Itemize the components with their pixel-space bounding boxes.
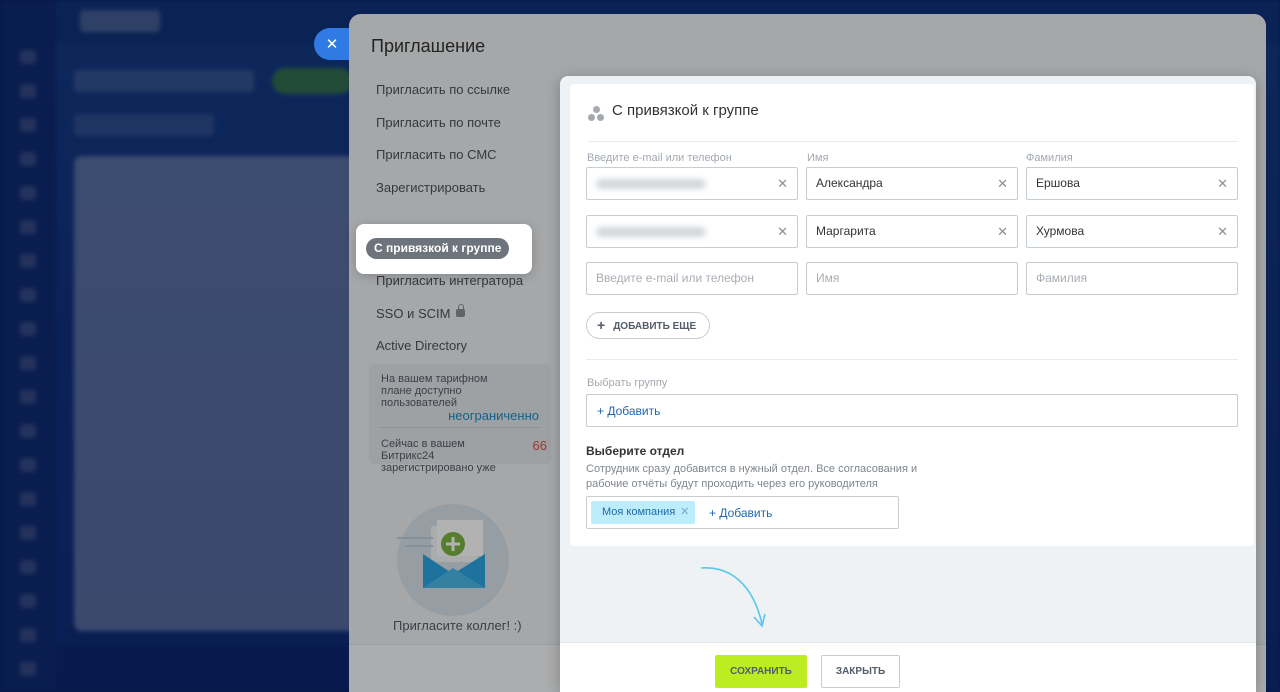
department-title: Выберите отдел	[586, 444, 685, 458]
invite-side-menu: Пригласить по ссылке Пригласить по почте…	[376, 78, 556, 367]
menu-with-group-binding[interactable]: С привязкой к группе	[366, 238, 510, 259]
email-field-1[interactable]: ✕	[586, 167, 798, 200]
lock-icon	[456, 303, 466, 317]
department-tag: Моя компания ✕	[591, 501, 696, 524]
name-label: Имя	[807, 152, 829, 164]
name-field-2[interactable]: Маргарита ✕	[806, 215, 1018, 248]
tariff-registered-text: Сейчас в вашем Битрикс24 зарегистрирован…	[381, 438, 496, 474]
envelope-illustration	[397, 504, 509, 616]
menu-active-directory[interactable]: Active Directory	[376, 334, 556, 367]
surname-value-1: Ершова	[1036, 176, 1080, 190]
clear-icon[interactable]: ✕	[997, 216, 1008, 247]
tariff-registered: Сейчас в вашем Битрикс24 зарегистрирован…	[381, 438, 547, 474]
department-description: Сотрудник сразу добавится в нужный отдел…	[586, 463, 918, 490]
surname-field-3[interactable]: Фамилия	[1026, 262, 1238, 295]
tariff-available-text: На вашем тарифном плане доступно пользов…	[381, 373, 488, 409]
clear-icon[interactable]: ✕	[1217, 168, 1228, 199]
add-more-label: ДОБАВИТЬ ЕЩЕ	[613, 321, 697, 332]
form-header: С привязкой к группе	[588, 102, 1238, 142]
tariff-available-value: неограниченно	[448, 408, 539, 423]
department-tag-label: Моя компания	[602, 506, 676, 518]
group-label: Выбрать группу	[587, 377, 668, 389]
menu-invite-by-email[interactable]: Пригласить по почте	[376, 111, 556, 144]
pointer-arrow-icon	[700, 567, 766, 628]
menu-register[interactable]: Зарегистрировать	[376, 176, 556, 209]
clear-icon[interactable]: ✕	[1217, 216, 1228, 247]
name-field-3[interactable]: Имя	[806, 262, 1018, 295]
tariff-divider	[379, 427, 541, 428]
clear-icon[interactable]: ✕	[997, 168, 1008, 199]
close-button[interactable]: ЗАКРЫТЬ	[821, 655, 900, 688]
form-title: С привязкой к группе	[612, 102, 759, 119]
tariff-registered-value: 66	[532, 438, 547, 453]
surname-value-2: Хурмова	[1036, 224, 1085, 238]
group-selector[interactable]: + Добавить	[586, 394, 1238, 427]
invite-colleagues-text: Пригласите коллег! :)	[393, 618, 522, 633]
email-label: Введите e-mail или телефон	[587, 152, 732, 164]
department-selector[interactable]: Моя компания ✕ + Добавить	[586, 496, 899, 529]
email-field-3[interactable]: Введите e-mail или телефон	[586, 262, 798, 295]
active-tab-highlight: С привязкой к группе	[356, 224, 532, 274]
add-more-button[interactable]: + ДОБАВИТЬ ЕЩЕ	[586, 312, 711, 339]
form-divider	[586, 359, 1238, 360]
name-value-1: Александра	[816, 176, 883, 190]
form-body: С привязкой к группе Введите e-mail или …	[570, 84, 1254, 546]
save-button[interactable]: СОХРАНИТЬ	[715, 655, 807, 688]
surname-field-2[interactable]: Хурмова ✕	[1026, 215, 1238, 248]
close-icon: ✕	[325, 36, 339, 53]
envelope-icon	[397, 520, 485, 588]
clear-icon[interactable]: ✕	[777, 216, 788, 247]
name-value-2: Маргарита	[816, 224, 876, 238]
users-group-icon	[588, 106, 604, 122]
surname-label: Фамилия	[1026, 152, 1073, 164]
add-group-link[interactable]: + Добавить	[597, 404, 660, 418]
tariff-info: На вашем тарифном плане доступно пользов…	[369, 364, 551, 474]
remove-tag-icon[interactable]: ✕	[680, 501, 689, 524]
clear-icon[interactable]: ✕	[777, 168, 788, 199]
group-invite-form: С привязкой к группе Введите e-mail или …	[560, 76, 1256, 692]
name-field-1[interactable]: Александра ✕	[806, 167, 1018, 200]
plus-icon: +	[597, 317, 606, 333]
surname-field-1[interactable]: Ершова ✕	[1026, 167, 1238, 200]
menu-invite-by-link[interactable]: Пригласить по ссылке	[376, 78, 556, 111]
panel-close-button[interactable]: ✕	[314, 28, 350, 60]
email-field-2[interactable]: ✕	[586, 215, 798, 248]
blurred-email-value	[596, 226, 706, 237]
panel-title: Приглашение	[371, 36, 486, 56]
blurred-email-value	[596, 178, 706, 189]
form-footer: СОХРАНИТЬ ЗАКРЫТЬ	[560, 642, 1256, 692]
add-department-link[interactable]: + Добавить	[709, 506, 772, 520]
menu-invite-by-sms[interactable]: Пригласить по СМС	[376, 143, 556, 176]
menu-sso-scim-label: SSO и SCIM	[376, 305, 451, 321]
menu-sso-scim[interactable]: SSO и SCIM	[376, 302, 556, 335]
